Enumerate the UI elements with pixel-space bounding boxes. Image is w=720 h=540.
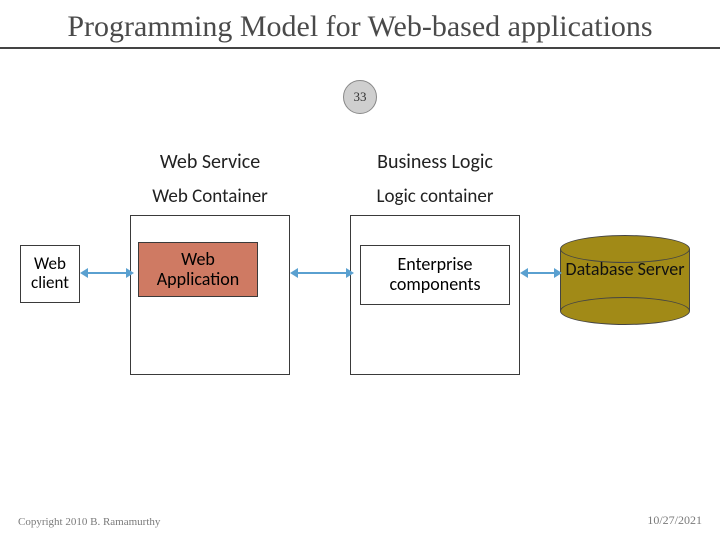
label-web-container: Web Container <box>130 185 290 208</box>
slide: Programming Model for Web-based applicat… <box>0 0 720 540</box>
diagram: Web Service Business Logic Web Container… <box>0 150 720 450</box>
node-web-client: Web client <box>20 245 80 303</box>
label-business-logic: Business Logic <box>355 150 515 174</box>
label-web-service: Web Service <box>130 150 290 174</box>
node-web-application: Web Application <box>138 242 258 297</box>
footer-date: 10/27/2021 <box>647 513 702 528</box>
arrow-enterprise-to-db <box>528 272 554 274</box>
footer-copyright: Copyright 2010 B. Ramamurthy <box>18 516 160 528</box>
label-logic-container: Logic container <box>355 185 515 208</box>
page-number: 33 <box>354 89 367 105</box>
arrow-client-to-webapp <box>88 272 126 274</box>
node-database-server <box>560 235 690 325</box>
title-area: Programming Model for Web-based applicat… <box>0 10 720 49</box>
arrow-webapp-to-enterprise <box>298 272 346 274</box>
enterprise-components-text: Enterprise components <box>361 255 509 295</box>
slide-title: Programming Model for Web-based applicat… <box>0 10 720 45</box>
database-server-text: Database Server <box>560 260 690 280</box>
page-number-badge: 33 <box>343 80 377 114</box>
node-enterprise-components: Enterprise components <box>360 245 510 305</box>
db-cylinder-bottom <box>560 297 690 325</box>
web-client-text: Web client <box>21 255 79 292</box>
web-application-text: Web Application <box>139 250 257 290</box>
